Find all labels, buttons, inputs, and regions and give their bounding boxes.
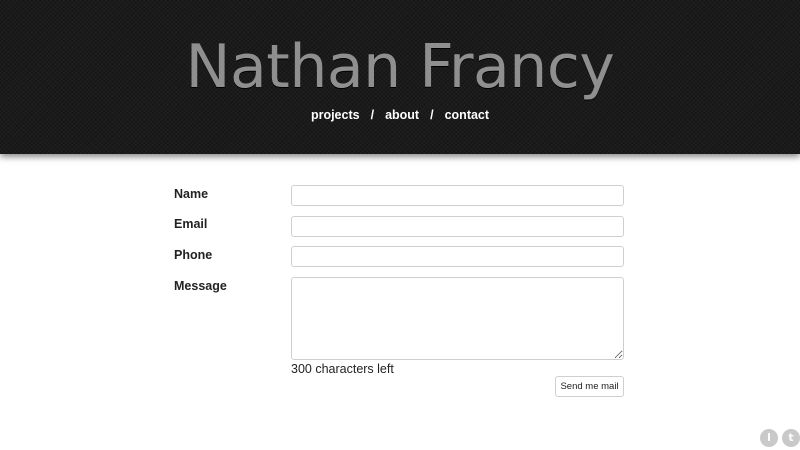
characters-left-counter: 300 characters left — [291, 362, 394, 376]
nav-link-about[interactable]: about — [385, 108, 419, 122]
main-nav: projects / about / contact — [0, 106, 800, 124]
email-field[interactable] — [291, 216, 624, 237]
nav-link-projects[interactable]: projects — [311, 108, 360, 122]
email-label: Email — [174, 217, 208, 231]
site-title: Nathan Francy — [185, 32, 615, 102]
send-mail-button[interactable]: Send me mail — [555, 376, 624, 397]
name-label: Name — [174, 187, 209, 201]
name-field[interactable] — [291, 185, 624, 206]
phone-label: Phone — [174, 248, 213, 262]
phone-field[interactable] — [291, 246, 624, 267]
nav-link-contact[interactable]: contact — [445, 108, 489, 122]
nav-separator: / — [370, 108, 375, 122]
site-header: Nathan Francy projects / about / contact — [0, 0, 800, 154]
nav-separator: / — [430, 108, 434, 122]
twitter-icon[interactable]: t — [782, 429, 800, 447]
message-label: Message — [174, 279, 227, 293]
linkedin-icon[interactable]: l — [760, 429, 778, 447]
message-textarea[interactable] — [291, 277, 624, 360]
